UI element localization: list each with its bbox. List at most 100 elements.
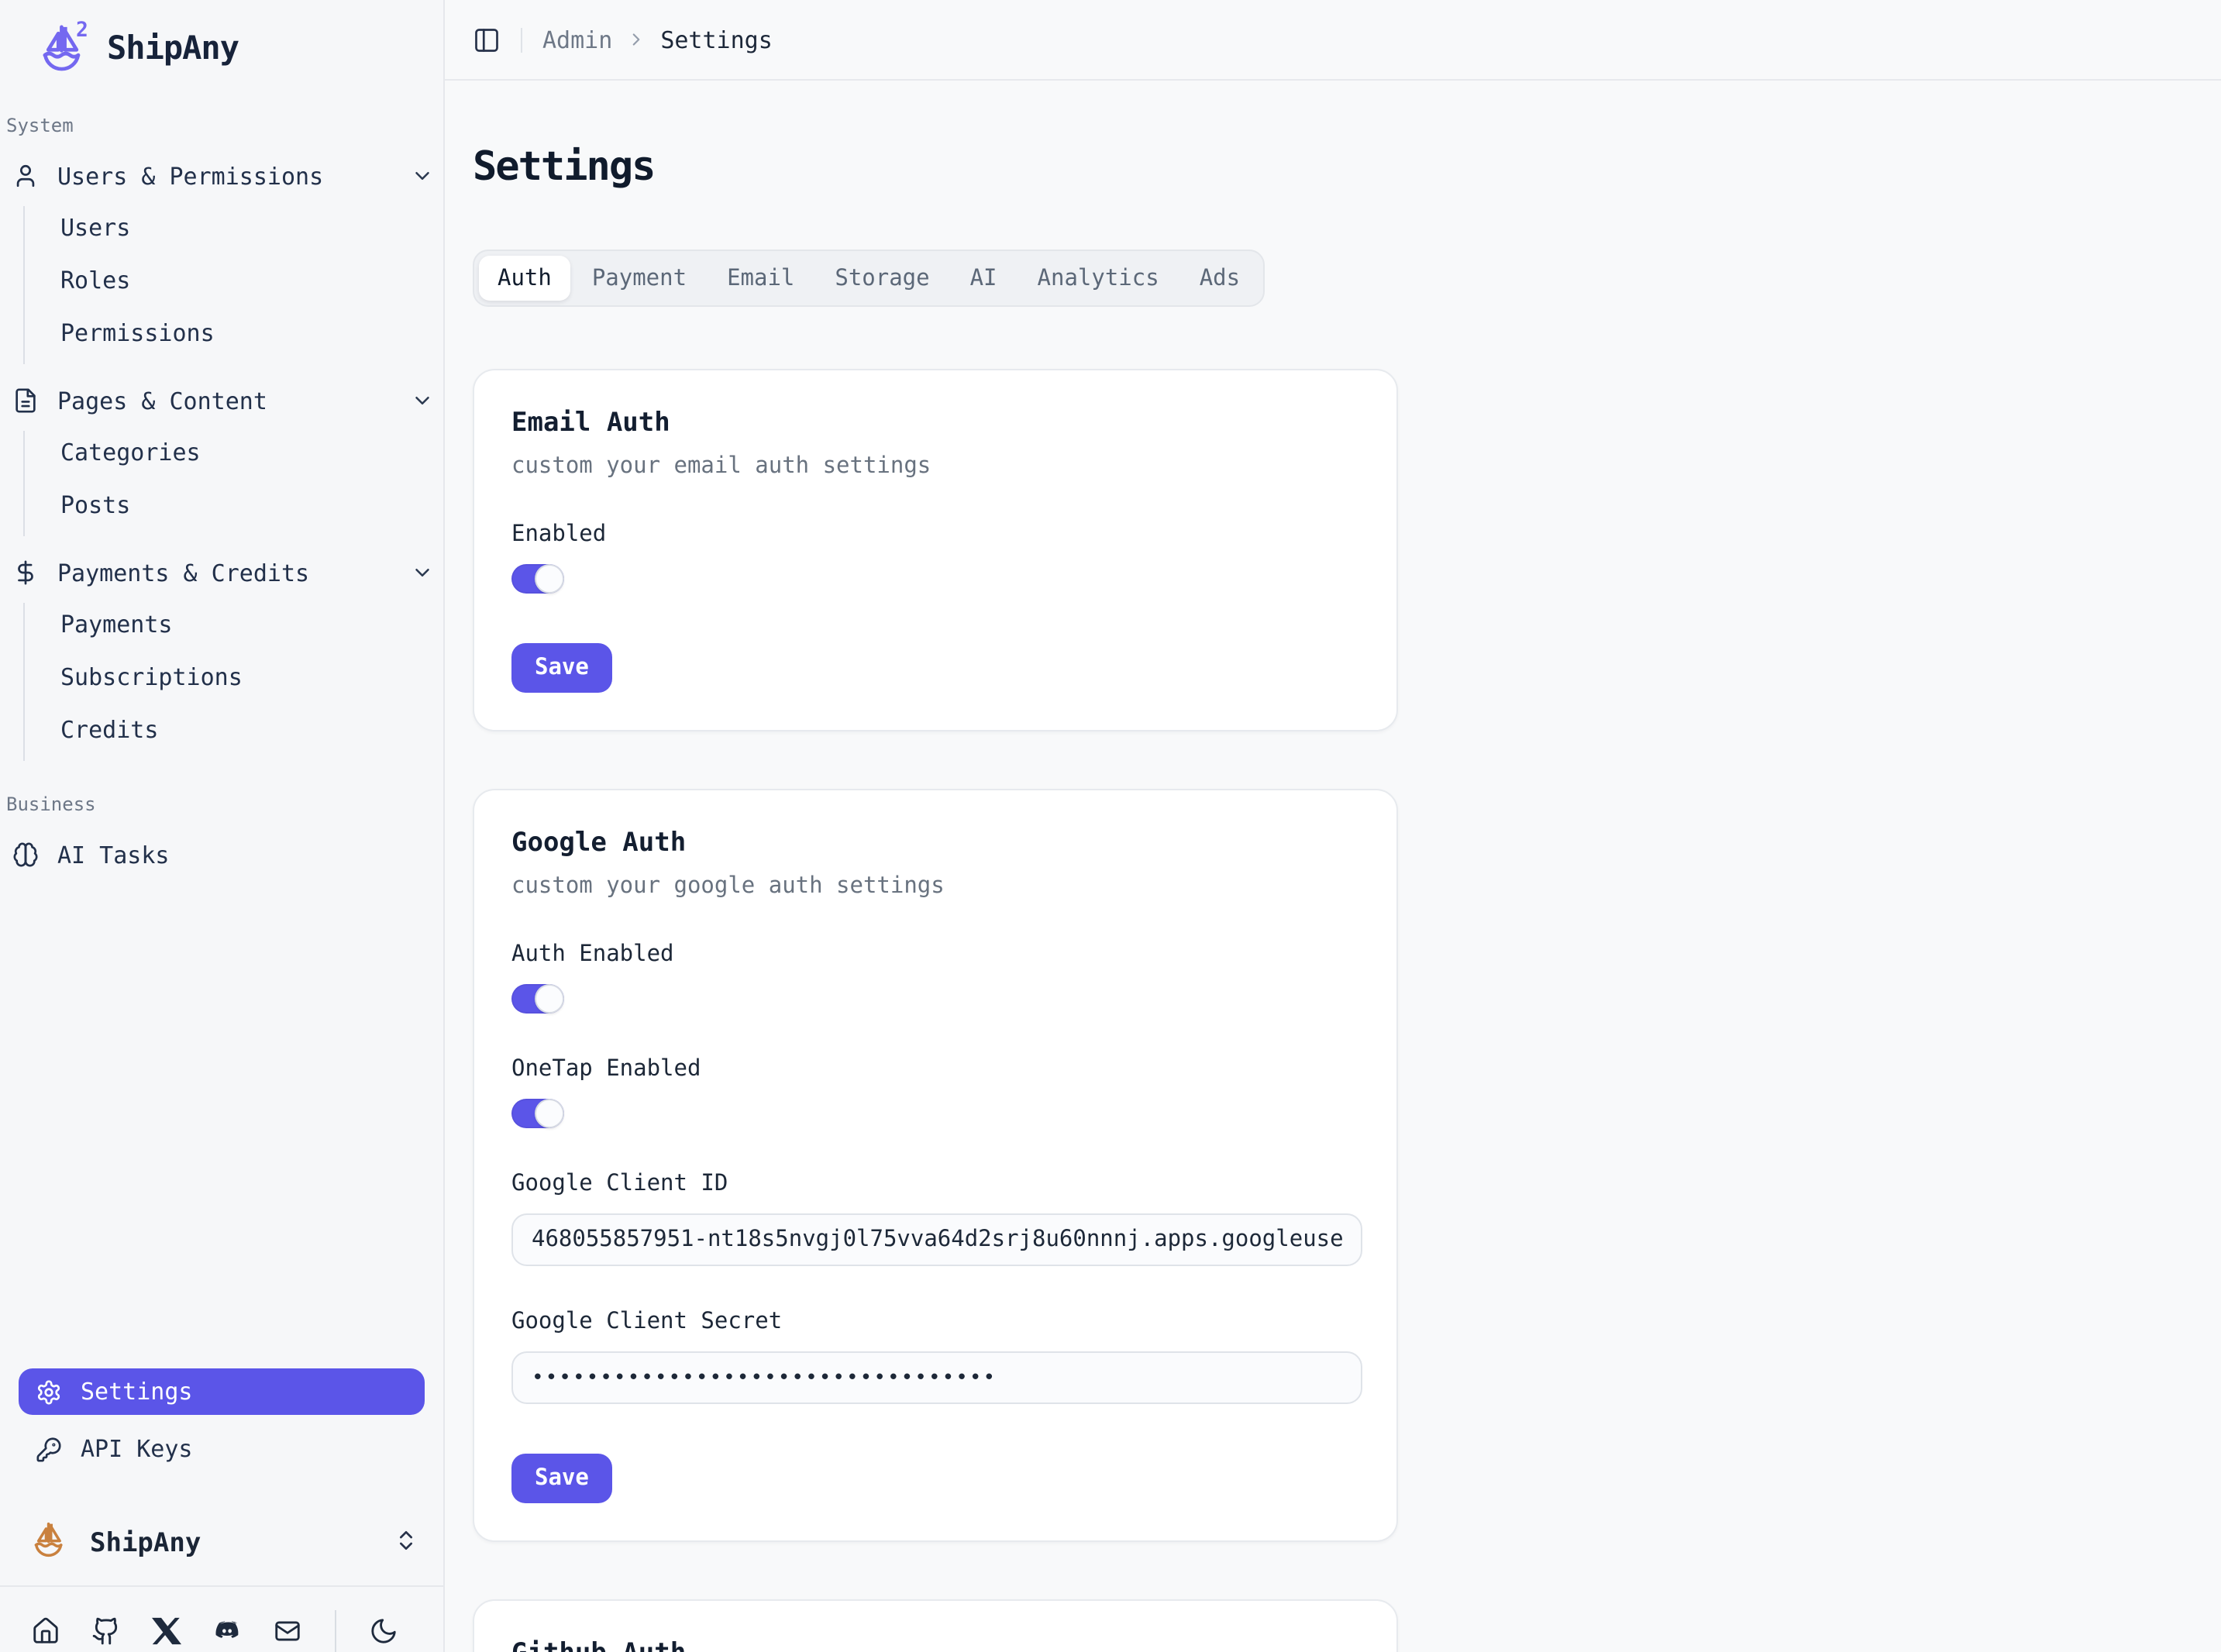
sidebar-subitem-subscriptions[interactable]: Subscriptions xyxy=(60,656,443,697)
moon-icon[interactable] xyxy=(369,1616,398,1646)
chevrons-up-down-icon xyxy=(394,1527,418,1558)
sidebar-item-users-permissions[interactable]: Users & Permissions xyxy=(0,155,443,197)
tab-ads[interactable]: Ads xyxy=(1181,256,1259,301)
home-icon[interactable] xyxy=(31,1616,60,1646)
field-label-enabled: Enabled xyxy=(511,522,1359,547)
sailboat-icon xyxy=(28,1519,70,1567)
app-logo: 2 ShipAny xyxy=(0,0,443,82)
sidebar-item-api-keys[interactable]: API Keys xyxy=(19,1426,425,1472)
file-text-icon xyxy=(12,387,39,414)
card-title: Github Auth xyxy=(511,1638,1359,1652)
tab-auth[interactable]: Auth xyxy=(479,256,570,301)
social-links-row xyxy=(0,1587,443,1652)
sidebar: 2 ShipAny System Users & Permissions Users… xyxy=(0,0,445,1652)
sidebar-subitem-posts[interactable]: Posts xyxy=(60,484,443,525)
sidebar-toggle-button[interactable] xyxy=(473,26,501,53)
chevron-down-icon xyxy=(411,389,434,418)
svg-text:2: 2 xyxy=(76,20,88,42)
mail-icon[interactable] xyxy=(273,1616,302,1646)
github-icon[interactable] xyxy=(91,1616,121,1646)
switch-onetap-enabled[interactable] xyxy=(511,1099,564,1128)
chevron-down-icon xyxy=(411,164,434,194)
app-name: ShipAny xyxy=(107,29,239,67)
sidebar-item-label: AI Tasks xyxy=(57,841,170,869)
switch-thumb xyxy=(536,566,563,592)
field-label-auth-enabled: Auth Enabled xyxy=(511,942,1359,967)
sidebar-subgroup-payments-credits: Payments Subscriptions Credits xyxy=(23,603,443,761)
breadcrumb: Admin Settings xyxy=(542,26,773,53)
switch-thumb xyxy=(536,986,563,1012)
field-label-onetap-enabled: OneTap Enabled xyxy=(511,1057,1359,1082)
tab-analytics[interactable]: Analytics xyxy=(1019,256,1178,301)
card-title: Email Auth xyxy=(511,408,1359,439)
field-onetap-enabled: OneTap Enabled xyxy=(511,1057,1359,1128)
save-button[interactable]: Save xyxy=(511,1454,612,1503)
brain-icon xyxy=(12,841,39,868)
sidebar-subgroup-pages-content: Categories Posts xyxy=(23,431,443,536)
breadcrumb-current: Settings xyxy=(660,26,773,53)
key-icon xyxy=(36,1436,62,1462)
field-auth-enabled: Auth Enabled xyxy=(511,942,1359,1014)
sidebar-nav: System Users & Permissions Users Roles Permi… xyxy=(0,82,443,885)
sidebar-subitem-categories[interactable]: Categories xyxy=(60,431,443,473)
save-button[interactable]: Save xyxy=(511,643,612,693)
switch-thumb xyxy=(536,1100,563,1127)
field-label-google-client-secret: Google Client Secret xyxy=(511,1310,1359,1334)
sidebar-subitem-permissions[interactable]: Permissions xyxy=(60,311,443,353)
sidebar-group-label-business: Business xyxy=(0,793,443,815)
card-google-auth: Google Auth custom your google auth setti… xyxy=(473,789,1398,1542)
dollar-icon xyxy=(12,559,39,586)
social-divider xyxy=(335,1610,336,1652)
tab-email[interactable]: Email xyxy=(708,256,813,301)
field-google-client-id: Google Client ID xyxy=(511,1172,1359,1266)
field-enabled: Enabled xyxy=(511,522,1359,594)
tab-storage[interactable]: Storage xyxy=(816,256,948,301)
topbar-divider xyxy=(521,27,522,52)
team-switcher[interactable]: ShipAny xyxy=(0,1499,443,1585)
chevron-down-icon xyxy=(411,561,434,590)
field-google-client-secret: Google Client Secret xyxy=(511,1310,1359,1404)
sidebar-item-label: Pages & Content xyxy=(57,387,267,415)
sidebar-subgroup-users-permissions: Users Roles Permissions xyxy=(23,206,443,364)
settings-cards: Email Authcustom your email auth setting… xyxy=(473,369,2221,1652)
sidebar-item-ai-tasks[interactable]: AI Tasks xyxy=(0,834,443,876)
sidebar-bottom-nav: Settings API Keys xyxy=(0,1368,443,1483)
input-google-client-id[interactable] xyxy=(511,1213,1362,1266)
card-email-auth: Email Authcustom your email auth setting… xyxy=(473,369,1398,731)
field-label-google-client-id: Google Client ID xyxy=(511,1172,1359,1196)
content-scroll-area[interactable]: Settings AuthPaymentEmailStorageAIAnalyt… xyxy=(445,81,2221,1652)
card-description: custom your google auth settings xyxy=(511,874,1359,899)
page-title: Settings xyxy=(473,144,2221,191)
switch-auth-enabled[interactable] xyxy=(511,984,564,1014)
app-window: 2 ShipAny System Users & Permissions Users… xyxy=(0,0,2221,1652)
team-name: ShipAny xyxy=(90,1527,201,1558)
main-area: Admin Settings Settings AuthPaymentEmail… xyxy=(445,0,2221,1652)
sidebar-item-label: API Keys xyxy=(81,1435,193,1463)
sidebar-item-settings[interactable]: Settings xyxy=(19,1368,425,1415)
switch-enabled[interactable] xyxy=(511,564,564,594)
sidebar-item-payments-credits[interactable]: Payments & Credits xyxy=(0,552,443,594)
sidebar-subitem-roles[interactable]: Roles xyxy=(60,259,443,301)
chevron-right-icon xyxy=(626,29,646,50)
card-github-auth: Github Authcustom your github auth setti… xyxy=(473,1599,1398,1652)
breadcrumb-admin[interactable]: Admin xyxy=(542,26,612,53)
tab-ai[interactable]: AI xyxy=(952,256,1016,301)
sidebar-item-label: Users & Permissions xyxy=(57,162,323,190)
discord-icon[interactable] xyxy=(212,1616,242,1646)
card-title: Google Auth xyxy=(511,828,1359,859)
topbar: Admin Settings xyxy=(445,0,2221,81)
sidebar-group-label-system: System xyxy=(0,115,443,136)
sidebar-subitem-users[interactable]: Users xyxy=(60,206,443,248)
sailboat-icon: 2 xyxy=(34,20,90,76)
sidebar-subitem-payments[interactable]: Payments xyxy=(60,603,443,645)
sidebar-item-label: Settings xyxy=(81,1378,193,1406)
gear-icon xyxy=(36,1378,62,1405)
x-icon[interactable] xyxy=(152,1616,181,1646)
sidebar-item-pages-content[interactable]: Pages & Content xyxy=(0,380,443,422)
sidebar-subitem-credits[interactable]: Credits xyxy=(60,708,443,750)
user-icon xyxy=(12,163,39,189)
input-google-client-secret[interactable] xyxy=(511,1351,1362,1404)
sidebar-item-label: Payments & Credits xyxy=(57,559,309,587)
tab-payment[interactable]: Payment xyxy=(573,256,705,301)
settings-tabs: AuthPaymentEmailStorageAIAnalyticsAds xyxy=(473,250,1265,307)
